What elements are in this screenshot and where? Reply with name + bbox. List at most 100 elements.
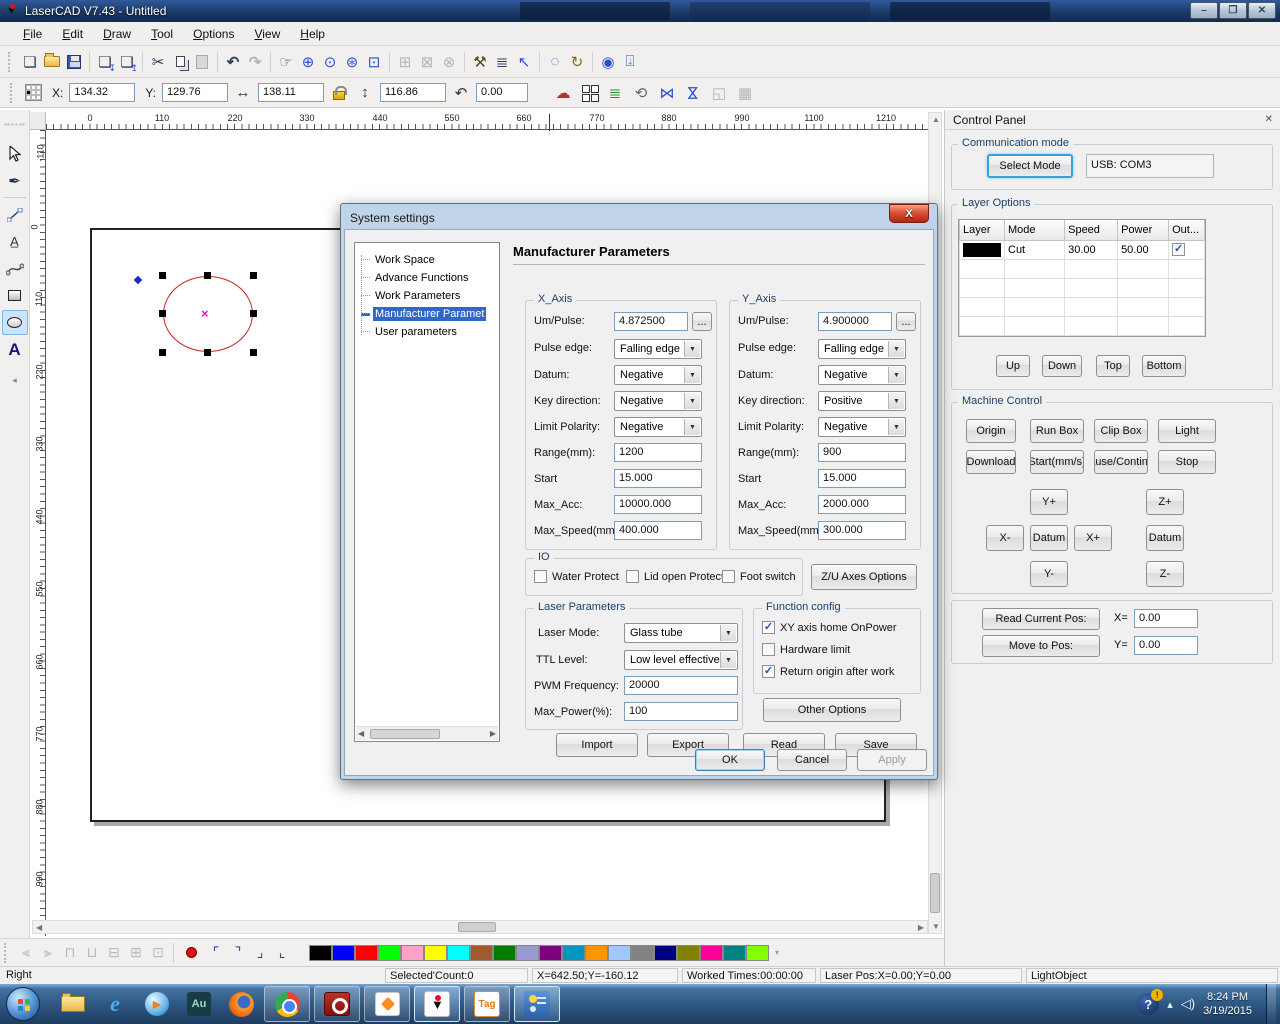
water-protect-checkbox[interactable] [534,570,547,583]
move-to-pos-button[interactable]: Move to Pos: [982,635,1100,657]
taskbar-chrome-button[interactable] [264,986,310,1022]
taskbar-lasercad-button[interactable]: ▼ [414,986,460,1022]
toolbox-collapse-arrow[interactable]: ◂ [12,375,17,386]
palette-more-arrow[interactable]: ▾ [775,948,779,957]
origin-top-right-icon[interactable]: ⌝ [227,942,249,964]
toolbar-grip[interactable] [4,943,9,963]
pwm-frequency-input[interactable]: 20000 [624,676,738,695]
y-key-direction-dropdown[interactable]: Positive▼ [818,391,906,411]
pause-continue-button[interactable]: Pause/Continue [1094,450,1148,474]
ttl-level-dropdown[interactable]: Low level effective▼ [624,650,738,670]
group-icon[interactable]: ⊞ [394,51,416,73]
node-edit-tool-icon[interactable]: ✒ [2,168,28,193]
col-power[interactable]: Power [1118,220,1169,240]
taskbar-photo-app-button[interactable] [314,986,360,1022]
angle-input[interactable]: 0.00 [476,83,528,102]
chevron-down-icon[interactable]: ▼ [888,393,904,409]
x-start-input[interactable]: 15.000 [614,469,702,488]
palette-swatch[interactable] [631,945,654,961]
x-um-pulse-browse-button[interactable]: ... [692,312,712,331]
palette-swatch[interactable] [332,945,355,961]
mirror-vertical-icon[interactable]: ⋈ [682,82,704,104]
selection-handle[interactable] [250,349,257,356]
cut-icon[interactable]: ✂ [147,51,169,73]
height-input[interactable]: 116.86 [380,83,446,102]
cancel-button[interactable]: Cancel [777,749,847,771]
col-mode[interactable]: Mode [1005,220,1065,240]
origin-bottom-right-icon[interactable]: ⌟ [249,942,271,964]
origin-bottom-left-icon[interactable]: ⌞ [271,942,293,964]
volume-icon[interactable]: ◁) [1181,996,1195,1012]
tree-item-work-parameters[interactable]: Work Parameters [355,287,499,305]
layer-top-button[interactable]: Top [1096,355,1130,377]
selection-handle[interactable] [159,349,166,356]
y-start-input[interactable]: 15.000 [818,469,906,488]
selection-handle[interactable] [250,272,257,279]
zoom-area-icon[interactable]: ⊙ [319,51,341,73]
node-edit-circle-icon[interactable]: ◌ [544,51,566,73]
lid-open-protect-checkbox[interactable] [626,570,639,583]
palette-swatch[interactable] [746,945,769,961]
palette-swatch[interactable] [493,945,516,961]
expand-icon[interactable]: ◱ [708,82,730,104]
jog-z-datum-button[interactable]: Datum [1146,525,1184,551]
simulate-monitor-icon[interactable]: ⍗ [619,51,641,73]
palette-swatch[interactable] [516,945,539,961]
layer-up-button[interactable]: Up [996,355,1030,377]
y-um-pulse-input[interactable]: 4.900000 [818,312,892,331]
tree-item-advance-functions[interactable]: Advance Functions [355,269,499,287]
anchor-point-selector[interactable] [25,84,42,101]
x-max-acc-input[interactable]: 10000.000 [614,495,702,514]
y-pos-input[interactable]: 129.76 [162,83,228,102]
layer-output-checkbox[interactable] [1172,243,1185,256]
clock[interactable]: 8:24 PM 3/19/2015 [1203,990,1252,1018]
laser-mode-dropdown[interactable]: Glass tube▼ [624,623,738,643]
lock-ratio-icon[interactable] [328,82,350,104]
selection-handle[interactable] [204,349,211,356]
paste-icon[interactable] [191,51,213,73]
palette-swatch[interactable] [700,945,723,961]
stop-button[interactable]: Stop [1158,450,1216,474]
scroll-right-arrow[interactable]: ▶ [490,729,498,738]
palette-swatch[interactable] [539,945,562,961]
chevron-down-icon[interactable]: ▼ [684,341,700,357]
taskbar-control-app-button[interactable] [514,986,560,1022]
pick-object-icon[interactable]: ↖ [513,51,535,73]
pos-y-input[interactable]: 0.00 [1134,636,1198,655]
scroll-down-arrow[interactable]: ▼ [932,922,940,931]
bezier-tool-icon[interactable] [2,256,28,281]
array-list-icon[interactable]: ≣ [491,51,513,73]
menu-edit[interactable]: Edit [53,24,92,44]
center-in-page-icon[interactable]: ⊡ [147,942,169,964]
palette-swatch[interactable] [723,945,746,961]
horizontal-scrollbar[interactable]: ◀ ▶ [32,920,928,934]
redo-icon[interactable]: ↷ [244,51,266,73]
rotate-object-icon[interactable]: ↻ [566,51,588,73]
col-output[interactable]: Out... [1169,220,1205,240]
start-button[interactable]: Start(mm/s) [1030,450,1084,474]
maximize-button[interactable]: ❐ [1219,2,1247,19]
scrollbar-thumb[interactable] [458,922,496,932]
x-range-input[interactable]: 1200 [614,443,702,462]
selection-handle[interactable] [204,272,211,279]
align-bottom-icon[interactable]: ⊔ [81,942,103,964]
scrollbar-thumb[interactable] [370,729,440,739]
zoom-selected-icon[interactable]: ⊛ [341,51,363,73]
group-objects-icon[interactable] [578,82,600,104]
layer-color-swatch[interactable] [963,243,1001,257]
align-left-icon[interactable]: ⫷ [15,942,37,964]
center-horizontal-icon[interactable]: ⊟ [103,942,125,964]
text-tool-icon[interactable]: A [2,337,28,362]
layer-row[interactable]: Cut 30.00 50.00 [960,240,1205,259]
palette-swatch[interactable] [424,945,447,961]
x-pulse-edge-dropdown[interactable]: Falling edge▼ [614,339,702,359]
center-vertical-icon[interactable]: ⊞ [125,942,147,964]
pos-x-input[interactable]: 0.00 [1134,609,1198,628]
chevron-down-icon[interactable]: ▼ [684,419,700,435]
palette-swatch[interactable] [562,945,585,961]
palette-swatch[interactable] [470,945,493,961]
tree-horizontal-scrollbar[interactable]: ◀ ▶ [356,726,498,740]
export-file-icon[interactable]: ❏↥ [116,51,138,73]
dialog-title-bar[interactable]: System settings [344,207,934,229]
x-pos-input[interactable]: 134.32 [69,83,135,102]
